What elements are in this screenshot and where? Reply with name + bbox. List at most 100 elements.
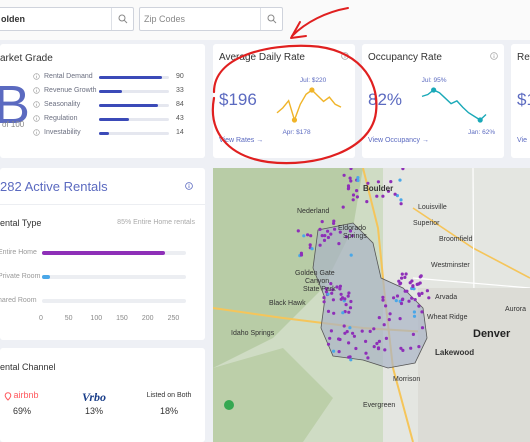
rental-marker[interactable] <box>326 229 330 233</box>
rental-marker[interactable] <box>326 235 330 240</box>
rental-marker[interactable] <box>412 310 416 314</box>
rental-marker[interactable] <box>381 295 385 299</box>
rental-marker[interactable] <box>347 355 351 359</box>
zip-codes-input[interactable]: Zip Codes <box>139 7 283 31</box>
rental-marker[interactable] <box>398 317 402 321</box>
rental-marker[interactable] <box>411 332 415 336</box>
rental-marker[interactable] <box>364 339 368 343</box>
rental-marker[interactable] <box>413 298 417 302</box>
rental-marker[interactable] <box>344 303 348 307</box>
city-search-button[interactable] <box>111 8 133 30</box>
info-icon[interactable] <box>33 101 40 108</box>
rental-marker[interactable] <box>337 350 341 354</box>
rental-marker[interactable] <box>418 281 422 285</box>
info-icon[interactable] <box>33 87 40 94</box>
rental-marker[interactable] <box>356 178 360 183</box>
rental-marker[interactable] <box>296 229 300 233</box>
rental-marker[interactable] <box>410 279 414 283</box>
rental-marker[interactable] <box>326 342 331 346</box>
rental-marker[interactable] <box>354 346 358 351</box>
rental-marker[interactable] <box>349 253 353 257</box>
rental-marker[interactable] <box>318 243 322 247</box>
zip-search-button[interactable] <box>260 8 282 30</box>
rental-marker[interactable] <box>420 326 425 330</box>
rental-marker[interactable] <box>411 284 415 288</box>
rental-marker[interactable] <box>382 323 386 327</box>
rental-marker[interactable] <box>392 296 396 300</box>
rental-marker[interactable] <box>331 298 335 302</box>
rental-marker[interactable] <box>375 194 379 198</box>
rental-marker[interactable] <box>322 238 327 242</box>
rental-marker[interactable] <box>376 347 381 351</box>
rental-marker[interactable] <box>388 312 392 316</box>
rentals-map[interactable]: Boulder Denver Lakewood Golden Gate Cany… <box>213 168 530 442</box>
rental-marker[interactable] <box>401 348 405 352</box>
rental-marker[interactable] <box>399 281 403 285</box>
rental-marker[interactable] <box>377 316 381 320</box>
rental-marker[interactable] <box>384 336 388 340</box>
rental-marker[interactable] <box>425 289 429 293</box>
rental-marker[interactable] <box>383 348 387 352</box>
rental-marker[interactable] <box>381 298 385 302</box>
rental-marker[interactable] <box>399 202 403 206</box>
rental-marker[interactable] <box>364 351 368 355</box>
rental-marker[interactable] <box>356 176 360 180</box>
rental-marker[interactable] <box>355 189 359 193</box>
info-icon[interactable] <box>185 182 193 190</box>
rental-marker[interactable] <box>329 232 333 236</box>
rental-marker[interactable] <box>340 296 345 300</box>
rental-marker[interactable] <box>351 331 355 335</box>
rental-marker[interactable] <box>343 331 347 335</box>
rental-marker[interactable] <box>299 253 304 257</box>
rental-marker[interactable] <box>347 310 351 314</box>
rental-marker[interactable] <box>347 341 351 345</box>
rental-marker[interactable] <box>347 291 351 295</box>
rental-marker[interactable] <box>417 293 421 297</box>
rental-marker[interactable] <box>376 180 380 184</box>
rental-marker[interactable] <box>399 301 404 306</box>
rental-marker[interactable] <box>329 329 333 333</box>
rental-marker[interactable] <box>395 294 400 298</box>
rental-marker[interactable] <box>352 334 356 338</box>
rental-marker[interactable] <box>348 176 352 180</box>
rental-marker[interactable] <box>417 345 421 349</box>
rental-marker[interactable] <box>348 306 353 310</box>
rental-marker[interactable] <box>349 299 353 304</box>
rental-marker[interactable] <box>342 324 346 328</box>
rental-marker[interactable] <box>351 193 356 197</box>
rental-marker[interactable] <box>398 178 402 182</box>
info-icon[interactable] <box>490 52 498 60</box>
rental-marker[interactable] <box>355 195 359 199</box>
rental-marker[interactable] <box>308 243 312 247</box>
rental-marker[interactable] <box>410 296 414 300</box>
info-icon[interactable] <box>33 73 40 80</box>
rental-marker[interactable] <box>349 179 353 183</box>
rental-marker[interactable] <box>427 296 431 300</box>
rental-marker[interactable] <box>338 287 342 291</box>
rental-marker[interactable] <box>387 318 391 322</box>
city-search-input[interactable]: olden <box>0 7 134 31</box>
rental-marker[interactable] <box>393 192 397 196</box>
rental-marker[interactable] <box>377 339 381 343</box>
rental-marker[interactable] <box>322 296 326 300</box>
rental-marker[interactable] <box>372 327 376 331</box>
rental-marker[interactable] <box>400 276 404 280</box>
rental-marker[interactable] <box>320 220 324 224</box>
rental-marker[interactable] <box>333 227 337 231</box>
rental-marker[interactable] <box>407 299 411 303</box>
rental-marker[interactable] <box>403 275 407 279</box>
rental-marker[interactable] <box>400 272 404 276</box>
rental-marker[interactable] <box>302 234 306 238</box>
rental-marker[interactable] <box>326 309 331 313</box>
rental-marker[interactable] <box>389 180 393 184</box>
rental-marker[interactable] <box>322 300 326 304</box>
rental-marker[interactable] <box>399 198 403 202</box>
rental-marker[interactable] <box>400 298 404 302</box>
rental-marker[interactable] <box>337 242 341 246</box>
rental-marker[interactable] <box>332 349 336 353</box>
rental-marker[interactable] <box>310 247 314 251</box>
rental-marker[interactable] <box>394 299 398 303</box>
rental-marker[interactable] <box>365 200 369 204</box>
view-rates-link[interactable]: View Rates → <box>219 137 263 144</box>
rental-marker[interactable] <box>347 186 351 190</box>
